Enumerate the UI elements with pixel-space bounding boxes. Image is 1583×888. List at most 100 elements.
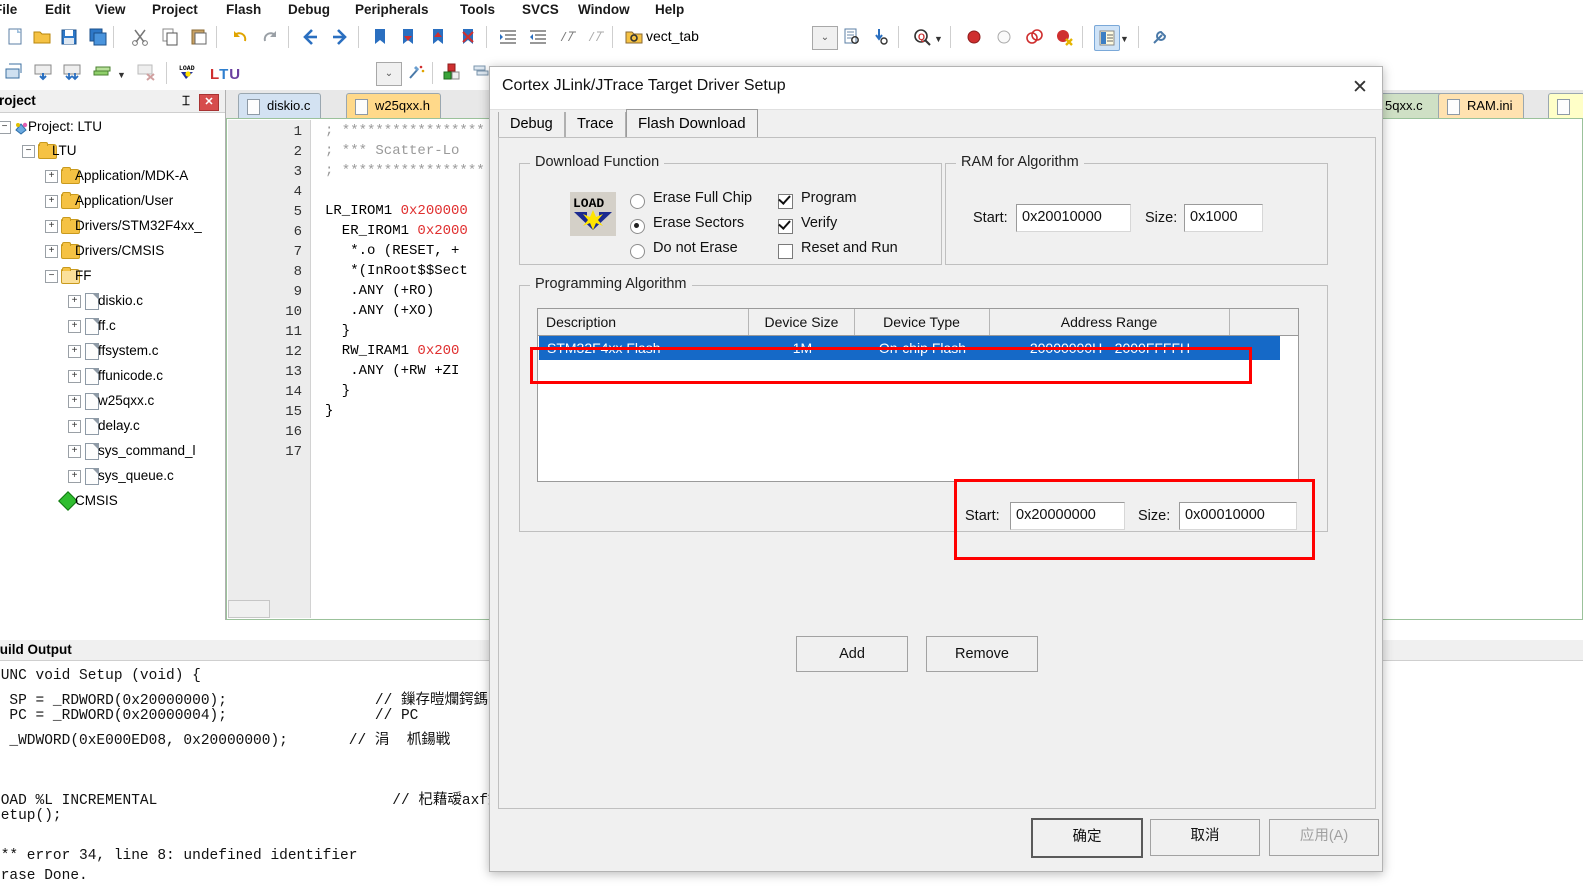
menu-item-project[interactable]: Project bbox=[152, 0, 198, 20]
expander-icon[interactable]: − bbox=[0, 121, 11, 134]
expander-icon[interactable]: + bbox=[68, 445, 81, 458]
expander-icon[interactable]: + bbox=[45, 170, 58, 183]
expander-icon[interactable]: + bbox=[68, 470, 81, 483]
open-file-target-icon[interactable] bbox=[622, 25, 646, 49]
save-all-icon[interactable] bbox=[86, 25, 110, 49]
breakpoint-kill-icon[interactable] bbox=[1052, 25, 1076, 49]
menu-item-edit[interactable]: Edit bbox=[45, 0, 71, 20]
breakpoint-disabled-icon[interactable] bbox=[992, 25, 1016, 49]
configure-icon[interactable] bbox=[1148, 25, 1172, 49]
uncomment-icon[interactable]: // bbox=[584, 25, 608, 49]
radio-do-not-erase[interactable] bbox=[630, 244, 645, 259]
expander-icon[interactable]: + bbox=[45, 220, 58, 233]
magnify-icon[interactable]: Q bbox=[910, 25, 934, 49]
translate-icon[interactable] bbox=[2, 60, 26, 84]
rebuild-icon[interactable] bbox=[60, 60, 84, 84]
copy-icon[interactable] bbox=[158, 25, 182, 49]
cancel-button[interactable]: 取消 bbox=[1150, 819, 1260, 856]
expander-icon[interactable]: + bbox=[45, 195, 58, 208]
menu-item-tools[interactable]: Tools bbox=[460, 0, 495, 20]
column-header-device-type[interactable]: Device Type bbox=[854, 309, 990, 335]
forward-icon[interactable] bbox=[328, 25, 352, 49]
column-header-description[interactable]: Description bbox=[538, 309, 749, 335]
chevron-down-icon-2[interactable]: ▼ bbox=[934, 34, 943, 44]
expander-icon[interactable]: + bbox=[68, 395, 81, 408]
build-icon[interactable] bbox=[31, 60, 55, 84]
redo-icon[interactable] bbox=[258, 25, 282, 49]
add-button[interactable]: Add bbox=[796, 636, 908, 672]
tab-flash-download[interactable]: Flash Download bbox=[626, 109, 758, 138]
undo-icon[interactable] bbox=[228, 25, 252, 49]
expander-icon[interactable]: + bbox=[68, 420, 81, 433]
editor-tab-diskio-c[interactable]: diskio.c bbox=[238, 93, 322, 118]
indent-icon[interactable] bbox=[496, 25, 520, 49]
radio-erase-sectors[interactable] bbox=[630, 219, 645, 234]
menu-item-debug[interactable]: Debug bbox=[288, 0, 330, 20]
expander-icon[interactable]: − bbox=[22, 145, 35, 158]
project-tree[interactable]: − Project: LTU − LTU + Application/MDK-A… bbox=[0, 112, 225, 582]
tab-trace[interactable]: Trace bbox=[565, 112, 626, 137]
comment-icon[interactable]: // bbox=[556, 25, 580, 49]
algorithm-table[interactable]: Description Device Size Device Type Addr… bbox=[537, 308, 1299, 482]
table-row[interactable]: STM32F4xx Flash 1M On-chip Flash 2000000… bbox=[539, 336, 1280, 360]
apply-button[interactable]: 应用(A) bbox=[1269, 819, 1379, 856]
menu-item-file[interactable]: File bbox=[0, 0, 17, 20]
column-header-address-range[interactable]: Address Range bbox=[989, 309, 1230, 335]
back-icon[interactable] bbox=[298, 25, 322, 49]
save-icon[interactable] bbox=[57, 25, 81, 49]
target-options-icon[interactable] bbox=[404, 60, 428, 84]
algorithm-size-input[interactable]: 0x00010000 bbox=[1179, 502, 1297, 530]
checkbox-verify[interactable] bbox=[778, 219, 793, 234]
expander-icon[interactable]: − bbox=[45, 270, 58, 283]
tab-debug[interactable]: Debug bbox=[498, 112, 565, 137]
bookmark-clear-icon[interactable] bbox=[456, 25, 480, 49]
ram-start-input[interactable]: 0x20010000 bbox=[1016, 204, 1131, 232]
chevron-down-icon-3[interactable]: ▼ bbox=[1120, 34, 1129, 44]
algorithm-start-input[interactable]: 0x20000000 bbox=[1010, 502, 1125, 530]
ram-size-input[interactable]: 0x1000 bbox=[1184, 204, 1263, 232]
bookmark-toggle-icon[interactable] bbox=[368, 25, 392, 49]
bookmark-prev-icon[interactable] bbox=[396, 25, 420, 49]
column-header-device-size[interactable]: Device Size bbox=[749, 309, 855, 335]
pin-icon[interactable]: ⌶ bbox=[179, 94, 193, 108]
editor-tab-w25qxx-h[interactable]: w25qxx.h bbox=[346, 93, 441, 118]
new-file-icon[interactable] bbox=[4, 25, 28, 49]
download-icon[interactable]: LOAD bbox=[176, 60, 200, 84]
menu-item-window[interactable]: Window bbox=[578, 0, 630, 20]
bookmark-next-icon[interactable] bbox=[426, 25, 450, 49]
chevron-down-icon[interactable]: ⌄ bbox=[812, 26, 838, 50]
menu-item-view[interactable]: View bbox=[95, 0, 126, 20]
cut-icon[interactable] bbox=[128, 25, 152, 49]
find-in-files-icon[interactable] bbox=[840, 25, 864, 49]
editor-horizontal-scrollbar[interactable] bbox=[228, 600, 270, 618]
checkbox-reset-and-run[interactable] bbox=[778, 244, 793, 259]
menu-item-help[interactable]: Help bbox=[655, 0, 684, 20]
close-icon[interactable]: ✕ bbox=[199, 94, 219, 111]
stop-build-icon[interactable] bbox=[134, 60, 158, 84]
find-icon[interactable] bbox=[868, 25, 892, 49]
editor-tab-ram-ini[interactable]: RAM.ini bbox=[1438, 93, 1524, 118]
outdent-icon[interactable] bbox=[526, 25, 550, 49]
expander-icon[interactable]: + bbox=[68, 345, 81, 358]
expander-icon[interactable]: + bbox=[45, 245, 58, 258]
batch-build-icon[interactable] bbox=[90, 60, 114, 84]
expander-icon[interactable]: + bbox=[68, 295, 81, 308]
checkbox-program[interactable] bbox=[778, 194, 793, 209]
menu-item-svcs[interactable]: SVCS bbox=[522, 0, 559, 20]
open-file-icon[interactable] bbox=[30, 25, 54, 49]
manage-components-icon[interactable] bbox=[440, 60, 464, 84]
menu-item-flash[interactable]: Flash bbox=[226, 0, 261, 20]
chevron-down-icon-4[interactable]: ▼ bbox=[117, 70, 126, 80]
breakpoint-toggle-icon[interactable] bbox=[1022, 25, 1046, 49]
chevron-down-icon-5[interactable]: ⌄ bbox=[376, 62, 402, 86]
close-icon[interactable]: ✕ bbox=[1346, 75, 1374, 101]
breakpoint-icon[interactable] bbox=[962, 25, 986, 49]
expander-icon[interactable]: + bbox=[68, 370, 81, 383]
window-list-icon[interactable] bbox=[1094, 25, 1120, 51]
expander-icon[interactable]: + bbox=[68, 320, 81, 333]
paste-icon[interactable] bbox=[187, 25, 211, 49]
ok-button[interactable]: 确定 bbox=[1031, 818, 1143, 858]
editor-tab-extra[interactable] bbox=[1548, 93, 1583, 118]
remove-button[interactable]: Remove bbox=[926, 636, 1038, 672]
menu-item-peripherals[interactable]: Peripherals bbox=[355, 0, 429, 20]
